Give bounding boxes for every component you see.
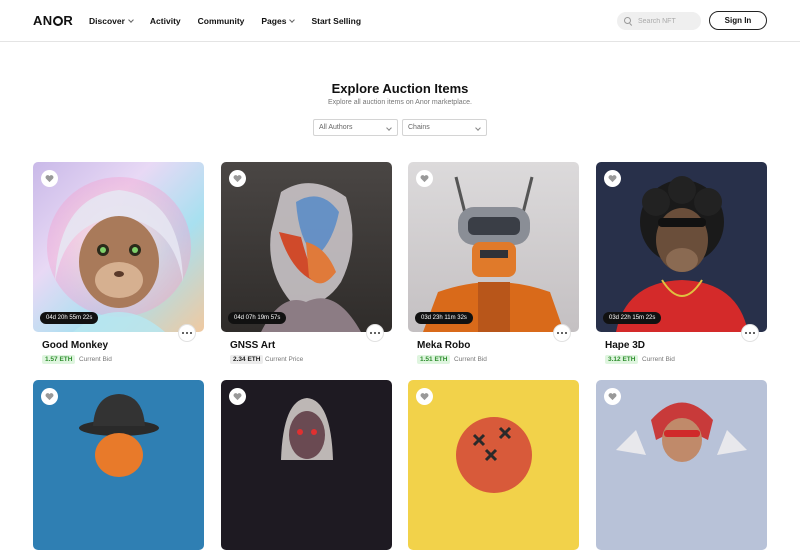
- page-title: Explore Auction Items: [331, 81, 469, 96]
- chevron-down-icon: [128, 16, 134, 23]
- nav-discover[interactable]: Discover: [89, 16, 134, 26]
- like-button[interactable]: [604, 170, 621, 187]
- countdown-timer: 03d 23h 11m 32s: [415, 312, 473, 324]
- more-options-button[interactable]: [553, 324, 571, 342]
- countdown-timer: 03d 22h 15m 22s: [603, 312, 662, 324]
- site-header: AN R Discover Activity Community Pages St…: [0, 0, 800, 42]
- countdown-timer: 04d 20h 55m 22s: [40, 312, 99, 324]
- more-options-button[interactable]: [178, 324, 196, 342]
- page-subtitle: Explore all auction items on Anor market…: [328, 99, 472, 106]
- nav-pages-label: Pages: [261, 16, 287, 26]
- nav-discover-label: Discover: [89, 16, 125, 26]
- chevron-down-icon: [386, 125, 392, 131]
- card-title[interactable]: Meka Robo: [417, 340, 470, 351]
- heart-icon: [233, 175, 242, 183]
- nav-start-selling[interactable]: Start Selling: [311, 16, 361, 26]
- price-label: Current Bid: [642, 356, 675, 363]
- chevron-down-icon: [475, 125, 481, 131]
- heart-icon: [608, 175, 617, 183]
- like-button[interactable]: [604, 388, 621, 405]
- price-badge: 3.12 ETH: [605, 355, 639, 364]
- price-badge: 1.57 ETH: [42, 355, 76, 364]
- logo[interactable]: AN R: [33, 13, 73, 28]
- nav-community[interactable]: Community: [198, 16, 245, 26]
- heart-icon: [45, 393, 54, 401]
- more-options-button[interactable]: [741, 324, 759, 342]
- nav-start-selling-label: Start Selling: [311, 16, 362, 26]
- main-nav: Discover Activity Community Pages Start …: [89, 0, 361, 42]
- like-button[interactable]: [416, 388, 433, 405]
- like-button[interactable]: [229, 170, 246, 187]
- nav-activity-label: Activity: [149, 16, 181, 26]
- nft-image[interactable]: [408, 380, 579, 550]
- nft-image[interactable]: [596, 380, 767, 550]
- like-button[interactable]: [229, 388, 246, 405]
- more-dots-icon: [181, 331, 185, 335]
- heart-icon: [608, 393, 617, 401]
- price-badge: 2.34 ETH: [230, 355, 264, 364]
- nft-image[interactable]: [33, 380, 204, 550]
- price-label: Current Price: [265, 356, 304, 363]
- more-dots-icon: [369, 331, 373, 335]
- more-options-button[interactable]: [366, 324, 384, 342]
- card-title[interactable]: Hape 3D: [605, 340, 645, 351]
- countdown-timer: 04d 07h 19m 57s: [228, 312, 287, 324]
- price-badge: 1.51 ETH: [417, 355, 451, 364]
- like-button[interactable]: [416, 170, 433, 187]
- heart-icon: [420, 175, 429, 183]
- heart-icon: [233, 393, 242, 401]
- price-label: Current Bid: [79, 356, 112, 363]
- search-icon: [624, 16, 633, 26]
- price-label: Current Bid: [454, 356, 487, 363]
- like-button[interactable]: [41, 170, 58, 187]
- card-title[interactable]: GNSS Art: [230, 340, 275, 351]
- heart-icon: [420, 393, 429, 401]
- card-title[interactable]: Good Monkey: [42, 340, 108, 351]
- authors-select[interactable]: All Authors: [313, 119, 398, 136]
- search-box[interactable]: [617, 12, 701, 30]
- sign-in-button[interactable]: Sign In: [709, 11, 767, 30]
- more-dots-icon: [744, 331, 748, 335]
- nft-image[interactable]: 04d 20h 55m 22s: [33, 162, 204, 332]
- chains-select[interactable]: Chains: [402, 119, 487, 136]
- nav-community-label: Community: [197, 16, 245, 26]
- nft-image[interactable]: 04d 07h 19m 57s: [221, 162, 392, 332]
- nft-image[interactable]: 03d 22h 15m 22s: [596, 162, 767, 332]
- nav-pages[interactable]: Pages: [261, 16, 296, 26]
- heart-icon: [45, 175, 54, 183]
- nav-activity[interactable]: Activity: [150, 16, 181, 26]
- nft-image[interactable]: [221, 380, 392, 550]
- search-input[interactable]: [638, 17, 698, 25]
- chains-select-value: Chains: [408, 124, 430, 131]
- nft-image[interactable]: 03d 23h 11m 32s: [408, 162, 579, 332]
- chevron-down-icon: [289, 16, 296, 23]
- authors-select-value: All Authors: [319, 124, 353, 131]
- more-dots-icon: [556, 331, 560, 335]
- like-button[interactable]: [41, 388, 58, 405]
